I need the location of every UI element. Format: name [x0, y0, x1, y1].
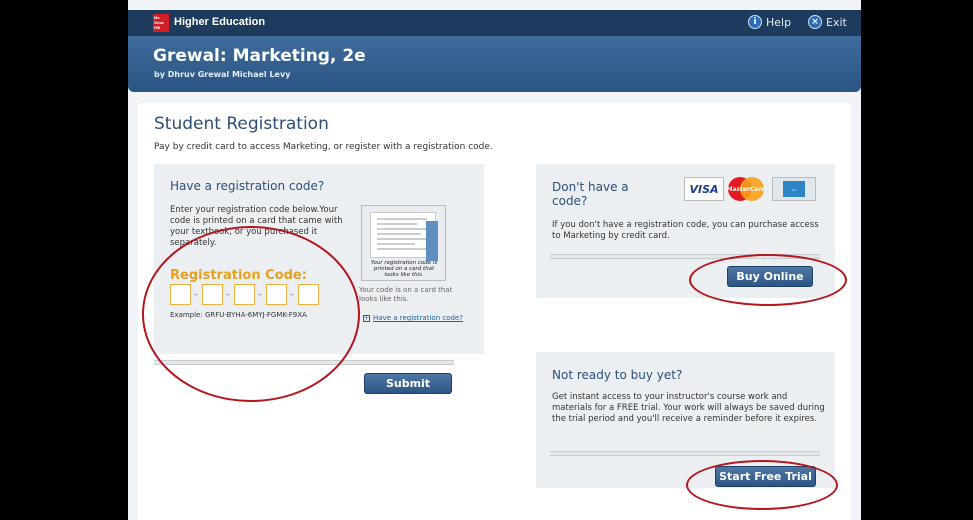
code-panel-heading: Have a registration code? [170, 179, 325, 193]
code-separator: - [226, 290, 230, 300]
code-separator: - [290, 290, 294, 300]
app-frame: Mc Graw Hill Higher Education i Help × E… [128, 0, 861, 520]
card-strip [426, 221, 438, 261]
submit-button[interactable]: Submit [364, 373, 452, 394]
card-image-caption: Your registration code is printed on a c… [370, 260, 438, 278]
buy-online-button[interactable]: Buy Online [727, 266, 813, 287]
amex-mark: ▭ [783, 181, 805, 197]
code-field-2[interactable] [202, 284, 223, 305]
top-bar: Mc Graw Hill Higher Education i Help × E… [128, 10, 861, 36]
registration-card-image: Your registration code is printed on a c… [361, 205, 446, 281]
divider [154, 360, 454, 365]
card-caption: Your code is on a card that looks like t… [359, 286, 453, 303]
free-trial-panel: Not ready to buy yet? Get instant access… [536, 352, 835, 488]
book-title: Grewal: Marketing, 2e [153, 46, 366, 66]
info-icon: i [748, 15, 762, 29]
book-author: by Dhruv Grewal Michael Levy [154, 70, 291, 79]
code-separator: - [194, 290, 198, 300]
registration-help-label: Have a registration code? [373, 314, 463, 322]
code-separator: - [258, 290, 262, 300]
trial-panel-heading: Not ready to buy yet? [552, 368, 683, 382]
divider [550, 451, 820, 456]
registration-code-label: Registration Code: [170, 268, 307, 283]
course-banner: Grewal: Marketing, 2e by Dhruv Grewal Mi… [128, 36, 861, 92]
code-field-3[interactable] [234, 284, 255, 305]
brand-name: Higher Education [174, 16, 266, 28]
trial-panel-body: Get instant access to your instructor's … [552, 392, 825, 424]
divider [550, 254, 820, 259]
mastercard-text: MasterCard [726, 185, 766, 193]
registration-code-panel: Have a registration code? Enter your reg… [154, 164, 484, 482]
buy-online-panel: Don't have a code? VISA MasterCard ▭ If … [536, 164, 835, 298]
mastercard-logo: MasterCard [726, 177, 766, 201]
card-paper [370, 212, 438, 261]
expand-icon: + [363, 315, 370, 322]
help-link[interactable]: i Help [748, 15, 791, 29]
amex-logo: ▭ [772, 177, 816, 201]
code-field-5[interactable] [298, 284, 319, 305]
code-field-1[interactable] [170, 284, 191, 305]
exit-label: Exit [826, 15, 847, 29]
close-icon: × [808, 15, 822, 29]
visa-logo: VISA [684, 177, 724, 201]
main-content: Student Registration Pay by credit card … [138, 103, 851, 520]
buy-panel-body: If you don't have a registration code, y… [552, 220, 819, 241]
page-intro: Pay by credit card to access Marketing, … [154, 142, 493, 152]
mcgraw-hill-logo: Mc Graw Hill [153, 14, 169, 32]
code-panel-body: Enter your registration code below.Your … [170, 205, 343, 248]
code-example: Example: GRFU-BYHA-6MYJ-FGMK-F9XA [170, 311, 307, 319]
buy-panel-heading: Don't have a code? [552, 180, 629, 208]
help-label: Help [766, 15, 792, 29]
exit-link[interactable]: × Exit [808, 15, 847, 29]
registration-help-link[interactable]: + Have a registration code? [363, 314, 463, 323]
start-free-trial-button[interactable]: Start Free Trial [715, 466, 816, 487]
page-title: Student Registration [154, 114, 329, 134]
code-field-4[interactable] [266, 284, 287, 305]
